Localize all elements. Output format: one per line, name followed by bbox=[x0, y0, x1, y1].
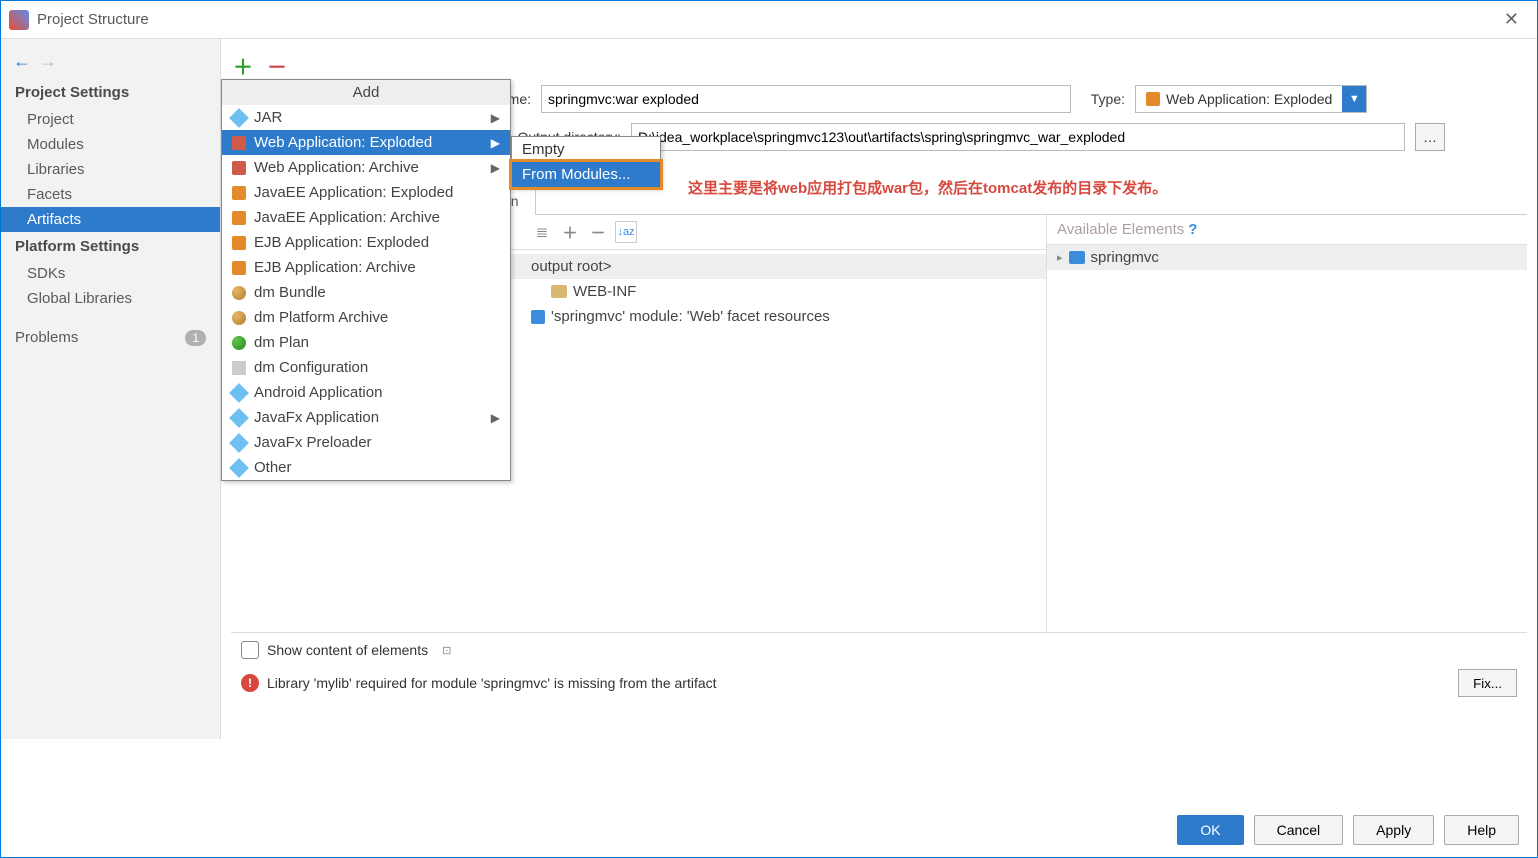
section-project-settings: Project Settings bbox=[1, 78, 220, 107]
sidebar-item-artifacts[interactable]: Artifacts bbox=[1, 207, 220, 232]
menu-dm-plan[interactable]: dm Plan bbox=[222, 330, 510, 355]
javaee-archive-icon bbox=[232, 211, 246, 225]
problems-label: Problems bbox=[15, 329, 78, 346]
annotation-text: 这里主要是将web应用打包成war包，然后在tomcat发布的目录下发布。 bbox=[684, 176, 1171, 203]
sidebar-item-problems[interactable]: Problems 1 bbox=[1, 325, 220, 350]
javafx-preloader-icon bbox=[229, 433, 249, 453]
menu-ejb-archive[interactable]: EJB Application: Archive bbox=[222, 255, 510, 280]
sidebar-item-facets[interactable]: Facets bbox=[1, 182, 220, 207]
menu-javafx-preloader[interactable]: JavaFx Preloader bbox=[222, 430, 510, 455]
menu-webapp-archive[interactable]: Web Application: Archive▶ bbox=[222, 155, 510, 180]
dialog-buttons: OK Cancel Apply Help bbox=[1177, 815, 1519, 845]
intellij-logo-icon bbox=[9, 10, 29, 30]
chevron-right-icon: ▶ bbox=[491, 111, 500, 125]
menu-dm-platform[interactable]: dm Platform Archive bbox=[222, 305, 510, 330]
webapp-archive-icon bbox=[232, 161, 246, 175]
module-folder-icon bbox=[1069, 251, 1085, 264]
help-icon[interactable]: ? bbox=[1188, 221, 1197, 238]
window-title: Project Structure bbox=[37, 11, 1494, 28]
webapp-exploded-submenu: Empty From Modules... bbox=[511, 136, 661, 188]
sidebar-item-modules[interactable]: Modules bbox=[1, 132, 220, 157]
fix-button[interactable]: Fix... bbox=[1458, 669, 1517, 697]
submenu-empty[interactable]: Empty bbox=[512, 137, 660, 162]
problems-count-badge: 1 bbox=[185, 330, 206, 346]
artifact-type-icon bbox=[1146, 92, 1160, 106]
menu-javafx-app[interactable]: JavaFx Application▶ bbox=[222, 405, 510, 430]
back-icon[interactable]: ← bbox=[13, 51, 31, 72]
error-row: ! Library 'mylib' required for module 's… bbox=[241, 669, 1517, 697]
add-copy-icon[interactable]: ＋ bbox=[559, 221, 581, 243]
jar-icon bbox=[229, 108, 249, 128]
apply-button[interactable]: Apply bbox=[1353, 815, 1434, 845]
menu-javaee-archive[interactable]: JavaEE Application: Archive bbox=[222, 205, 510, 230]
cancel-button[interactable]: Cancel bbox=[1254, 815, 1344, 845]
browse-button[interactable]: … bbox=[1415, 123, 1445, 151]
sidebar-item-sdks[interactable]: SDKs bbox=[1, 261, 220, 286]
output-directory-input[interactable] bbox=[631, 123, 1405, 151]
sort-icon[interactable]: ↓az bbox=[615, 221, 637, 243]
chevron-right-icon: ▶ bbox=[491, 136, 500, 150]
forward-icon[interactable]: → bbox=[39, 51, 57, 72]
ejb-exploded-icon bbox=[232, 236, 246, 250]
other-icon bbox=[229, 458, 249, 478]
artifact-name-input[interactable] bbox=[541, 85, 1071, 113]
sidebar: ← → Project Settings Project Modules Lib… bbox=[1, 39, 221, 739]
help-button[interactable]: Help bbox=[1444, 815, 1519, 845]
show-content-checkbox[interactable] bbox=[241, 641, 259, 659]
remove-artifact-icon[interactable]: － bbox=[265, 53, 289, 77]
menu-javaee-exploded[interactable]: JavaEE Application: Exploded bbox=[222, 180, 510, 205]
nav-arrows: ← → bbox=[1, 45, 220, 78]
remove-item-icon[interactable]: － bbox=[587, 221, 609, 243]
error-icon: ! bbox=[241, 674, 259, 692]
config-icon bbox=[232, 361, 246, 375]
bundle-icon bbox=[232, 286, 246, 300]
ok-button[interactable]: OK bbox=[1177, 815, 1243, 845]
menu-ejb-exploded[interactable]: EJB Application: Exploded bbox=[222, 230, 510, 255]
webapp-exploded-icon bbox=[232, 136, 246, 150]
platform-icon bbox=[232, 311, 246, 325]
add-artifact-icon[interactable]: ＋ bbox=[231, 53, 255, 77]
artifact-toolbar: ＋ － bbox=[231, 53, 1527, 77]
ejb-archive-icon bbox=[232, 261, 246, 275]
sidebar-item-libraries[interactable]: Libraries bbox=[1, 157, 220, 182]
chevron-right-icon: ▶ bbox=[491, 161, 500, 175]
menu-dm-config[interactable]: dm Configuration bbox=[222, 355, 510, 380]
section-platform-settings: Platform Settings bbox=[1, 232, 220, 261]
module-icon bbox=[531, 310, 545, 324]
chevron-right-icon: ▶ bbox=[491, 411, 500, 425]
error-text: Library 'mylib' required for module 'spr… bbox=[267, 675, 717, 691]
submenu-from-modules[interactable]: From Modules... bbox=[512, 162, 660, 187]
type-label: Type: bbox=[1081, 91, 1125, 107]
available-elements-panel: Available Elements ? ▸ springmvc bbox=[1047, 215, 1527, 632]
artifact-type-select[interactable]: Web Application: Exploded ▼ bbox=[1135, 85, 1367, 113]
menu-dm-bundle[interactable]: dm Bundle bbox=[222, 280, 510, 305]
plan-icon bbox=[232, 336, 246, 350]
artifact-type-value: Web Application: Exploded bbox=[1166, 91, 1332, 107]
folder-icon bbox=[551, 285, 567, 298]
menu-other[interactable]: Other bbox=[222, 455, 510, 480]
titlebar: Project Structure ✕ bbox=[1, 1, 1537, 39]
expand-icon[interactable]: ⊡ bbox=[442, 644, 451, 657]
android-icon bbox=[229, 383, 249, 403]
sidebar-item-global-libraries[interactable]: Global Libraries bbox=[1, 286, 220, 311]
available-module[interactable]: ▸ springmvc bbox=[1047, 245, 1527, 270]
menu-jar[interactable]: JAR▶ bbox=[222, 105, 510, 130]
sidebar-item-project[interactable]: Project bbox=[1, 107, 220, 132]
javaee-exploded-icon bbox=[232, 186, 246, 200]
close-icon[interactable]: ✕ bbox=[1494, 5, 1529, 34]
available-elements-header: Available Elements ? bbox=[1047, 215, 1527, 245]
menu-webapp-exploded[interactable]: Web Application: Exploded▶ bbox=[222, 130, 510, 155]
add-menu-title: Add bbox=[222, 80, 510, 105]
chevron-down-icon[interactable]: ▼ bbox=[1342, 86, 1366, 112]
new-folder-icon[interactable]: ≣ bbox=[531, 221, 553, 243]
show-content-label: Show content of elements bbox=[267, 642, 428, 658]
menu-android[interactable]: Android Application bbox=[222, 380, 510, 405]
add-artifact-menu: Add JAR▶ Web Application: Exploded▶ Web … bbox=[221, 79, 511, 481]
javafx-icon bbox=[229, 408, 249, 428]
